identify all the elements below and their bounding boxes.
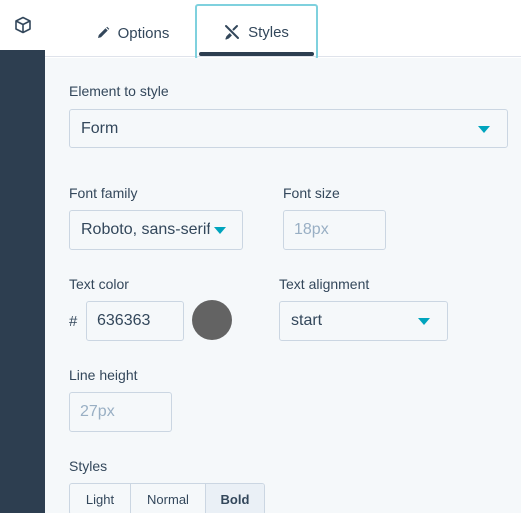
text-color-value: 636363: [97, 312, 151, 329]
line-height-input[interactable]: 27px: [69, 392, 172, 432]
font-size-input[interactable]: 18px: [283, 210, 386, 250]
tab-options[interactable]: Options: [90, 6, 175, 60]
font-size-placeholder: 18px: [294, 221, 329, 238]
element-to-style-label: Element to style: [69, 83, 169, 99]
left-rail: [0, 0, 45, 513]
tab-styles-label: Styles: [248, 23, 289, 41]
element-to-style-select[interactable]: Form: [69, 109, 508, 148]
font-family-value: Roboto, sans-serif: [81, 221, 210, 238]
line-height-placeholder: 27px: [80, 403, 115, 420]
style-option-normal[interactable]: Normal: [131, 484, 206, 513]
text-alignment-value: start: [291, 312, 323, 329]
text-alignment-label: Text alignment: [279, 276, 370, 292]
chevron-down-icon: [214, 227, 226, 234]
style-option-bold[interactable]: Bold: [206, 484, 264, 513]
font-family-label: Font family: [69, 185, 138, 201]
element-to-style-value: Form: [81, 119, 119, 137]
tab-options-label: Options: [117, 24, 170, 42]
line-height-label: Line height: [69, 367, 138, 383]
cube-icon: [14, 16, 31, 34]
chevron-down-icon: [418, 318, 430, 325]
style-option-light[interactable]: Light: [70, 484, 131, 513]
tab-styles[interactable]: Styles: [195, 4, 318, 60]
rail-module-button[interactable]: [0, 0, 45, 50]
color-swatch[interactable]: [192, 300, 232, 340]
text-alignment-select[interactable]: start: [279, 301, 448, 341]
text-color-input[interactable]: 636363: [86, 301, 184, 341]
font-family-select[interactable]: Roboto, sans-serif: [69, 210, 243, 250]
styles-label: Styles: [69, 458, 108, 474]
text-color-label: Text color: [69, 276, 129, 292]
hash-prefix: #: [69, 313, 78, 330]
font-size-label: Font size: [283, 185, 340, 201]
brush-icon: [225, 25, 240, 40]
font-weight-segmented-control: Light Normal Bold: [69, 483, 265, 513]
chevron-down-icon: [478, 126, 490, 133]
pencil-icon: [97, 26, 109, 38]
